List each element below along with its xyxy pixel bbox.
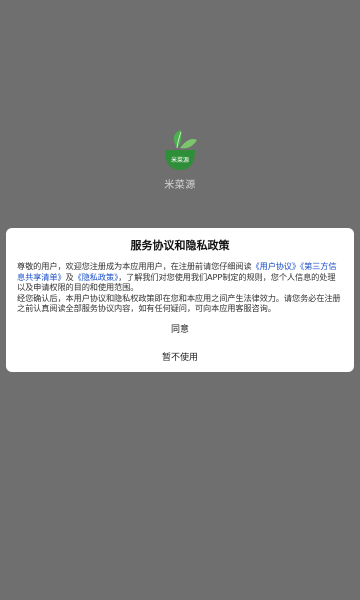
app-logo: 米菜源 [155,128,205,172]
paragraph-1-prefix: 尊敬的用户，欢迎您注册成为本应用用户，在注册前请您仔细阅读 [17,261,252,271]
agree-button[interactable]: 同意 [17,324,343,336]
leaf-bowl-logo-icon: 米菜源 [165,130,197,170]
app-name-label: 米菜源 [164,180,196,191]
paragraph-2: 经您确认后，本用户协议和隐私权政策即在您和本应用之间产生法律效力。请您务必在注册… [17,292,341,314]
logo-text: 米菜源 [171,156,189,164]
user-agreement-link[interactable]: 《用户协议》 [252,261,301,271]
agreement-dialog: 服务协议和隐私政策 尊敬的用户，欢迎您注册成为本应用用户，在注册前请您仔细阅读《… [6,228,354,372]
dialog-body: 尊敬的用户，欢迎您注册成为本应用用户，在注册前请您仔细阅读《用户协议》《第三方信… [17,261,343,314]
splash-branding: 米菜源 米菜源 [0,128,360,191]
app-screen: 米菜源 米菜源 服务协议和隐私政策 尊敬的用户，欢迎您注册成为本应用用户，在注册… [0,0,360,600]
and-text: 及 [65,271,74,282]
decline-button[interactable]: 暂不使用 [17,352,343,364]
dialog-title: 服务协议和隐私政策 [130,239,230,252]
privacy-policy-link[interactable]: 《隐私政策》 [74,272,119,282]
